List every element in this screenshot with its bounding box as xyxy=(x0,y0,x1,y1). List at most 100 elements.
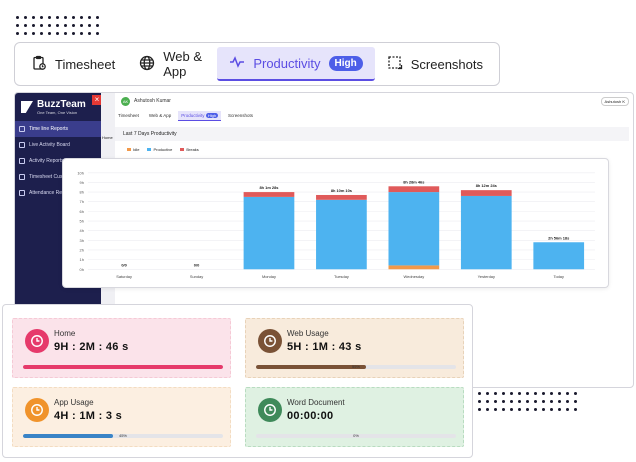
y-tick-label: 5h xyxy=(80,219,84,224)
screenshot-icon xyxy=(387,55,403,74)
stat-label: Web Usage xyxy=(287,329,329,338)
legend-item: Idle xyxy=(127,147,139,152)
dot xyxy=(32,16,35,19)
dot xyxy=(542,392,545,395)
usage-stats-panel: Home 9H : 2M : 46 s Web Usage 5H : 1M : 43 … xyxy=(2,304,473,458)
bar-segment xyxy=(388,186,440,193)
dot xyxy=(534,392,537,395)
data-label: 8h 1m 28s xyxy=(259,185,279,190)
dot xyxy=(96,32,99,35)
dot xyxy=(72,32,75,35)
brand-mark-icon xyxy=(21,101,33,113)
bar-segment xyxy=(388,192,440,266)
productivity-chart: 0h 1h 2h 3h 4h 5h 6h 7h 8h 9h 10h 0/0 Saturday 0/0 Sun… xyxy=(62,158,609,288)
dot xyxy=(88,16,91,19)
usage-stat-card: Web Usage 5H : 1M : 43 s 55% xyxy=(245,318,464,378)
report-icon xyxy=(19,174,25,180)
app-tabs: Timesheet Web & App Productivity High Sc… xyxy=(115,111,256,121)
tab-screenshots[interactable]: Screenshots xyxy=(375,47,495,81)
dot xyxy=(72,24,75,27)
dot xyxy=(72,16,75,19)
dot xyxy=(88,32,91,35)
usage-stat-card: Home 9H : 2M : 46 s xyxy=(12,318,231,378)
dot xyxy=(80,32,83,35)
dot xyxy=(566,392,569,395)
dot-pattern-top xyxy=(16,16,99,35)
tab-productivity[interactable]: Productivity High xyxy=(217,47,375,81)
dot xyxy=(502,392,505,395)
stat-value: 5H : 1M : 43 s xyxy=(287,341,362,353)
data-label: 0/0 xyxy=(121,262,127,267)
dot xyxy=(64,32,67,35)
user-chip[interactable]: Ashutosh K xyxy=(600,97,629,106)
bar-segment xyxy=(388,265,440,270)
app-tab-web-app[interactable]: Web & App xyxy=(146,111,174,121)
dot xyxy=(558,392,561,395)
progress-percent: 45% xyxy=(118,433,127,438)
dot xyxy=(40,24,43,27)
y-tick-label: 7h xyxy=(80,199,84,204)
dot xyxy=(32,24,35,27)
dot xyxy=(574,400,577,403)
bar-segment xyxy=(243,196,295,270)
dot xyxy=(534,408,537,411)
x-tick-label: Today xyxy=(553,274,564,279)
app-tab-screenshots[interactable]: Screenshots xyxy=(225,111,256,121)
y-tick-label: 6h xyxy=(80,209,84,214)
y-tick-label: 8h xyxy=(80,190,84,195)
clock-icon xyxy=(258,398,282,422)
dot xyxy=(510,408,513,411)
dot xyxy=(494,400,497,403)
tab-timesheet[interactable]: Timesheet xyxy=(19,47,127,81)
progress-percent: 0% xyxy=(353,433,359,438)
dot xyxy=(510,400,513,403)
dot xyxy=(566,400,569,403)
stat-value: 4H : 1M : 3 s xyxy=(54,410,123,422)
dot xyxy=(502,408,505,411)
x-tick-label: Monday xyxy=(262,274,276,279)
sub-nav-home[interactable]: Home xyxy=(101,93,115,140)
dot xyxy=(486,408,489,411)
app-tab-timesheet[interactable]: Timesheet xyxy=(115,111,142,121)
report-icon xyxy=(19,142,25,148)
data-label: 8h 28m 46s xyxy=(403,179,425,184)
dot xyxy=(24,24,27,27)
progress-percent: 55% xyxy=(351,364,360,369)
tab-label: Web & App xyxy=(163,49,202,79)
clock-icon xyxy=(25,398,49,422)
x-tick-label: Wednesday xyxy=(404,274,425,279)
data-label: 0/0 xyxy=(194,262,200,267)
dot xyxy=(40,32,43,35)
dot xyxy=(486,400,489,403)
data-label: 8h 10m 10s xyxy=(331,188,353,193)
brand-tagline: One Team, One Vision xyxy=(37,110,78,115)
report-icon xyxy=(19,126,25,132)
timesheet-icon xyxy=(31,55,47,74)
bar-segment xyxy=(533,242,585,270)
app-tab-productivity[interactable]: Productivity High xyxy=(178,111,222,121)
period-title: Last 7 Days Productivity xyxy=(115,127,629,141)
dot xyxy=(80,16,83,19)
dot xyxy=(518,392,521,395)
dot xyxy=(566,408,569,411)
y-tick-label: 10h xyxy=(77,170,84,175)
high-badge: High xyxy=(328,55,363,71)
dot xyxy=(48,16,51,19)
dot xyxy=(486,392,489,395)
dot xyxy=(494,392,497,395)
tab-web-app[interactable]: Web & App xyxy=(127,47,217,81)
clock-icon xyxy=(25,329,49,353)
dot xyxy=(64,24,67,27)
bar-segment xyxy=(460,195,512,270)
sidebar-item[interactable]: Live Activity Board xyxy=(15,137,101,153)
stat-label: App Usage xyxy=(54,398,94,407)
sidebar-item-label: Live Activity Board xyxy=(29,142,70,148)
dot xyxy=(24,32,27,35)
stat-label: Word Document xyxy=(287,398,345,407)
dot xyxy=(518,408,521,411)
bar-segment xyxy=(460,190,512,196)
y-tick-label: 9h xyxy=(80,180,84,185)
dot xyxy=(88,24,91,27)
dot xyxy=(574,392,577,395)
sidebar-item[interactable]: Time line Reports xyxy=(15,121,101,137)
